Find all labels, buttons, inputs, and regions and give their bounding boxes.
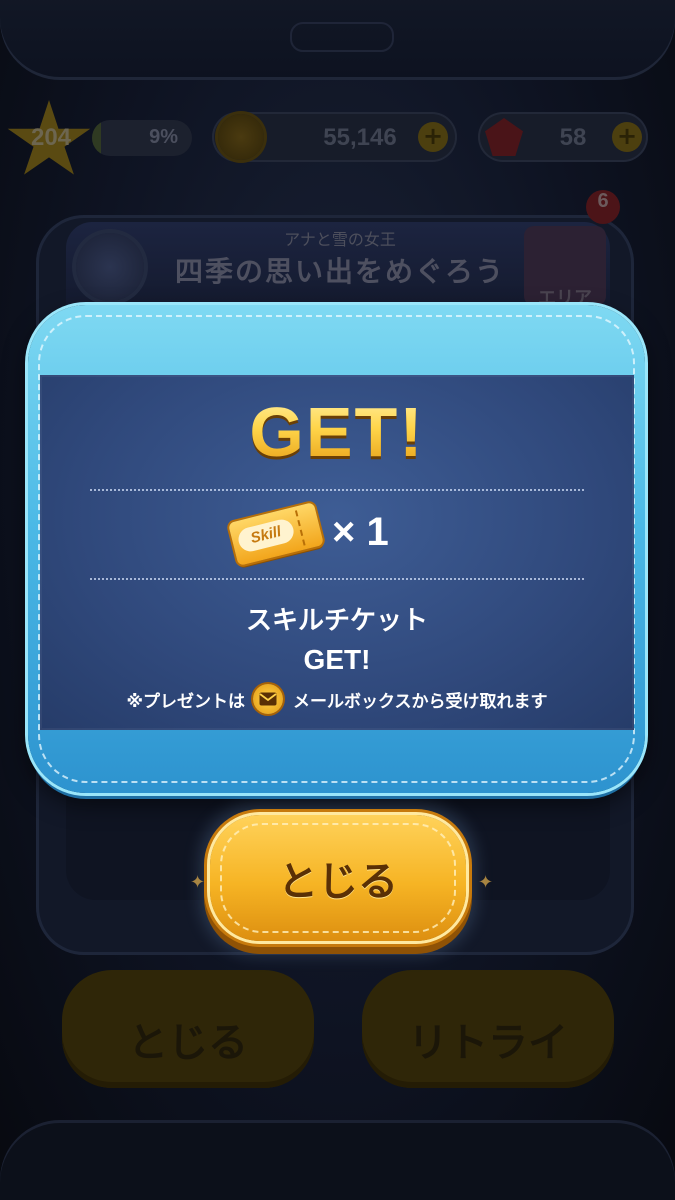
- player-level: 204: [30, 124, 72, 151]
- item-get-text: GET!: [303, 644, 371, 675]
- sparkle-icon: ✦: [478, 872, 494, 893]
- exp-percent: 9%: [149, 126, 178, 148]
- divider: [90, 578, 584, 580]
- dialog-title: GET!: [40, 392, 634, 472]
- logo: [290, 22, 394, 52]
- exp-bar: 9%: [92, 120, 192, 156]
- item-name: スキルチケット: [245, 606, 428, 636]
- divider: [90, 489, 584, 491]
- close-button-label: とじる: [278, 859, 398, 905]
- mail-icon: [253, 684, 284, 714]
- notice-suffix: メールボックスから受け取れます: [293, 691, 548, 712]
- exp-bar-fill: [92, 120, 101, 156]
- sparkle-icon: ✦: [190, 872, 206, 893]
- bg-close-label: とじる: [128, 1020, 248, 1066]
- add-coins-button[interactable]: +: [418, 122, 448, 152]
- bottom-frame: [0, 1120, 675, 1200]
- coin-icon: [218, 114, 264, 160]
- close-button[interactable]: とじる: [210, 815, 466, 941]
- game-screen: 204 9% 55,146 + 58 + 6 アナと雪の女王 四季の思い出をめぐ…: [0, 0, 675, 1200]
- notification-badge: 6: [586, 190, 620, 224]
- add-rubies-button[interactable]: +: [612, 122, 642, 152]
- bg-retry-label: リトライ: [408, 1020, 568, 1066]
- event-title: 四季の思い出をめぐろう: [174, 255, 505, 288]
- snowflake-compass-icon: [76, 233, 144, 301]
- ticket-label: Skill: [235, 517, 297, 554]
- item-quantity: × 1: [332, 510, 389, 554]
- notice-prefix: ※プレゼントは: [126, 691, 246, 712]
- event-subtitle: アナと雪の女王: [284, 230, 396, 249]
- mailbox-notice: ※プレゼントは メールボックスから受け取れます: [40, 682, 634, 716]
- ruby-value: 58: [559, 124, 587, 151]
- coin-value: 55,146: [323, 124, 397, 151]
